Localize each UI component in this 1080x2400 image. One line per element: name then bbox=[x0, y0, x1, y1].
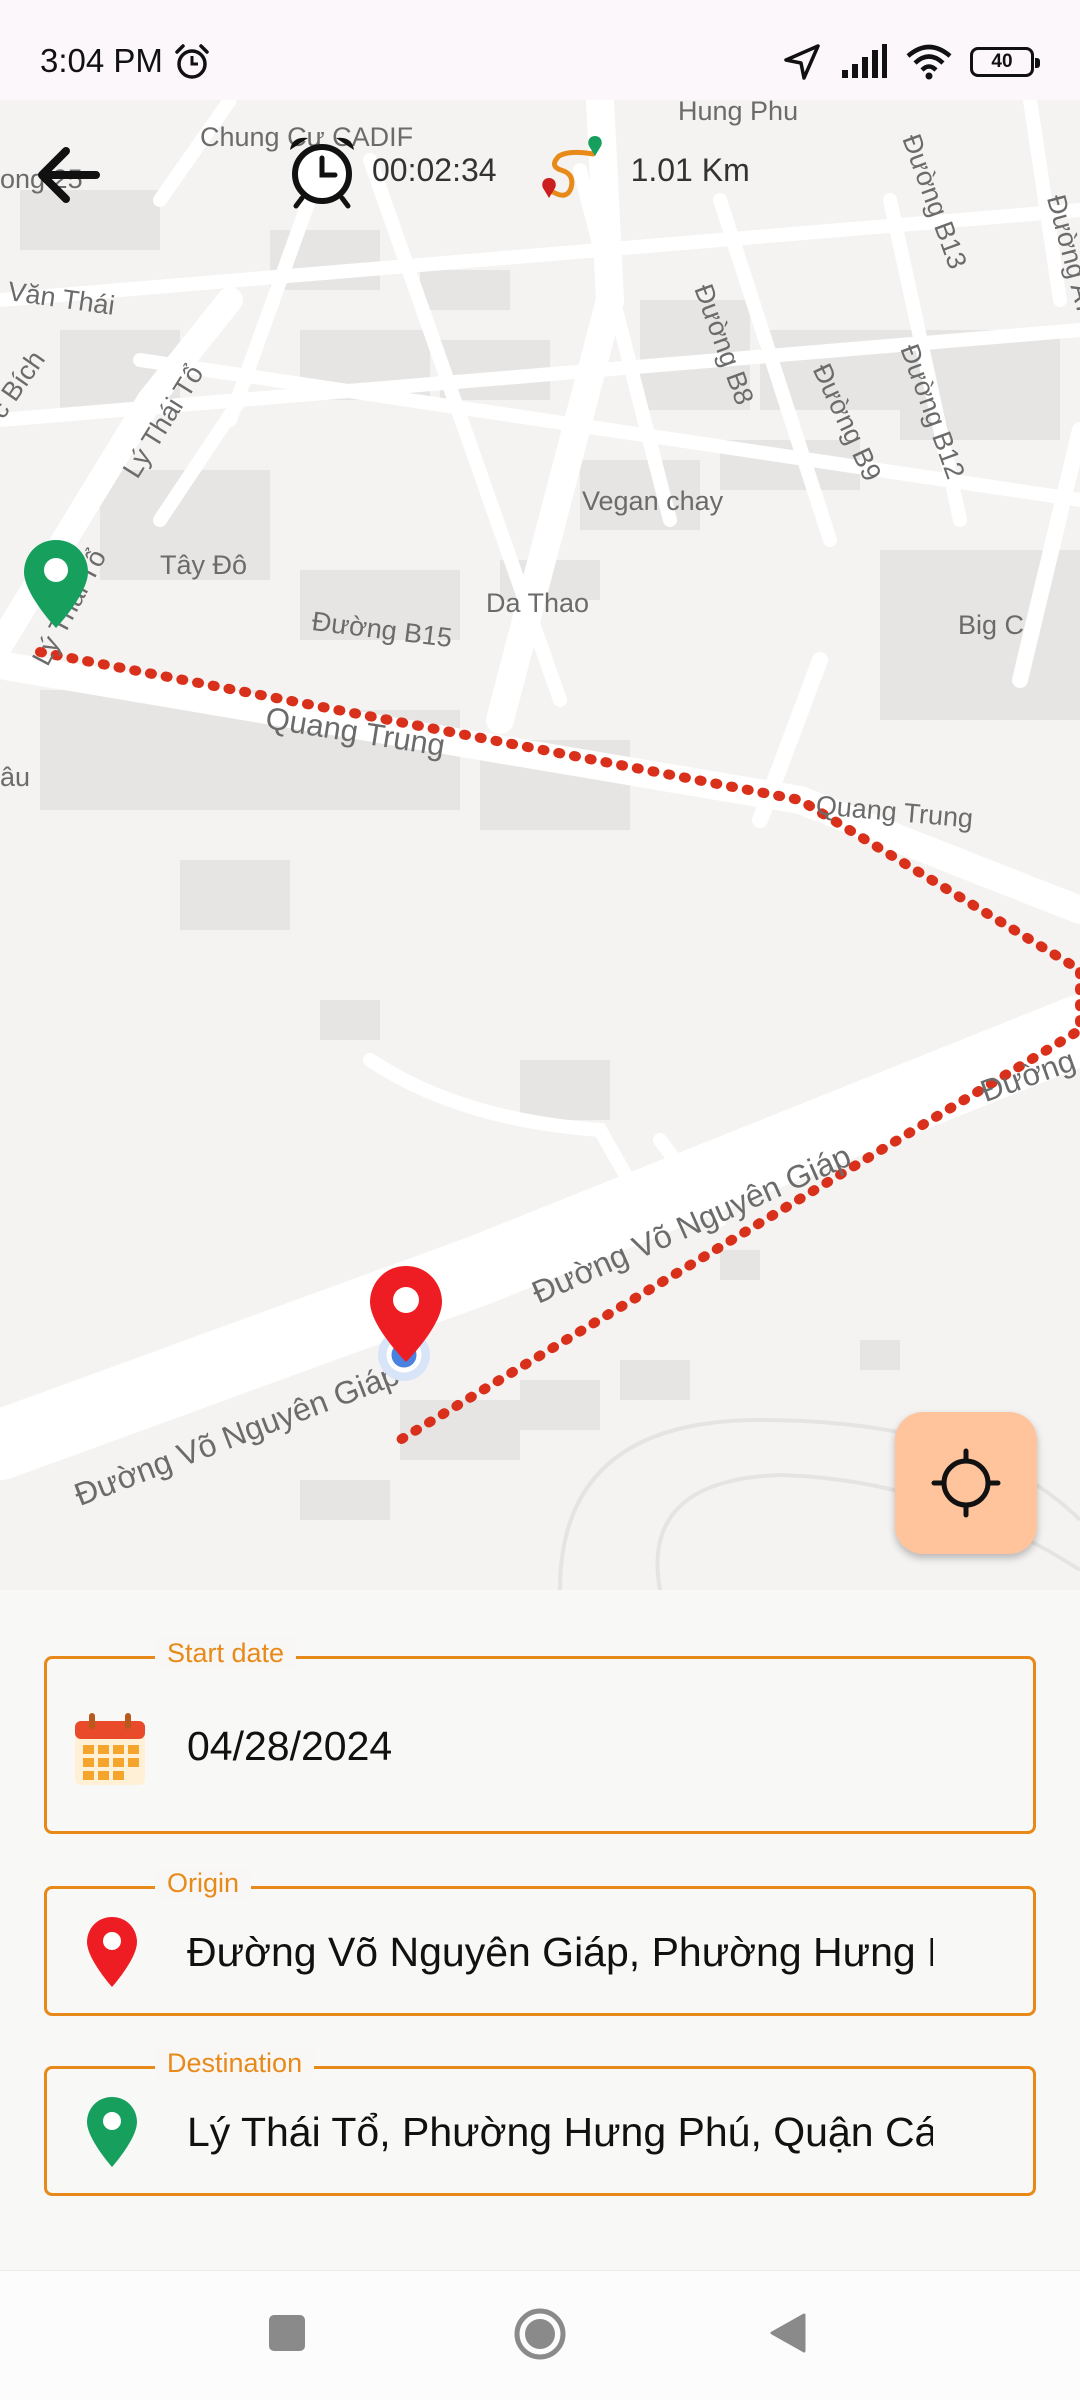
home-icon[interactable] bbox=[513, 2307, 567, 2361]
status-time: 3:04 PM bbox=[40, 42, 163, 79]
battery-indicator: 40 bbox=[970, 47, 1040, 77]
signal-icon bbox=[842, 44, 887, 78]
map-label-hung-phu: Hung Phu bbox=[678, 100, 799, 126]
trip-distance: 1.01 Km bbox=[630, 151, 750, 188]
back-nav-icon[interactable] bbox=[766, 2311, 810, 2355]
destination-field[interactable]: Destination Lý Thái Tổ, Phường Hưng Phú,… bbox=[44, 2048, 1036, 2196]
battery-level: 40 bbox=[991, 51, 1013, 72]
destination-label: Destination bbox=[155, 2048, 315, 2079]
map-label-big-c: Big C bbox=[958, 610, 1025, 640]
crosshair-icon bbox=[931, 1448, 1001, 1518]
trip-duration: 00:02:34 bbox=[372, 151, 497, 188]
map-label-vegan: Vegan chay bbox=[582, 486, 724, 516]
recent-apps-icon[interactable] bbox=[265, 2311, 309, 2355]
system-nav-bar bbox=[0, 2270, 1080, 2400]
trip-info-bar: 00:02:34 1.01 Km bbox=[282, 130, 750, 210]
map-view[interactable]: Chung Cư CADIF Hung Phu Đường B13 Đường … bbox=[0, 100, 1080, 1590]
destination-value: Lý Thái Tổ, Phường Hưng Phú, Quận Cái Ră… bbox=[187, 2109, 933, 2155]
origin-map-pin[interactable] bbox=[366, 1262, 446, 1366]
status-icons: 40 bbox=[782, 42, 1040, 82]
route-icon bbox=[541, 136, 602, 198]
status-bar: 3:04 PM 40 bbox=[0, 0, 1080, 100]
destination-map-pin[interactable] bbox=[20, 536, 92, 632]
trip-form: Start date 04/28/2024 Origin Đường Võ Ng… bbox=[0, 1590, 1080, 2270]
green-pin-icon bbox=[87, 2097, 137, 2167]
locate-button[interactable] bbox=[895, 1412, 1037, 1554]
map-label-da-thao: Da Thao bbox=[486, 588, 590, 618]
app-screen: 3:04 PM 40 Chung Cư CADIF Hung Phu Đường… bbox=[0, 0, 1080, 2400]
location-arrow-icon bbox=[784, 44, 820, 80]
map-label-au: âu bbox=[0, 762, 31, 792]
red-pin-icon bbox=[87, 1917, 137, 1987]
calendar-icon bbox=[75, 1713, 145, 1785]
map-label-tay-do: Tây Đô bbox=[160, 550, 248, 580]
start-date-field[interactable]: Start date 04/28/2024 bbox=[44, 1638, 1036, 1834]
origin-value: Đường Võ Nguyên Giáp, Phường Hưng Phú bbox=[187, 1929, 933, 1975]
start-date-label: Start date bbox=[155, 1638, 297, 1669]
back-arrow-icon[interactable] bbox=[30, 135, 110, 215]
origin-field[interactable]: Origin Đường Võ Nguyên Giáp, Phường Hưng… bbox=[44, 1868, 1036, 2016]
alarm-clock-icon bbox=[290, 137, 354, 209]
start-date-value: 04/28/2024 bbox=[187, 1723, 393, 1769]
map-background bbox=[0, 100, 1080, 1590]
origin-label: Origin bbox=[155, 1868, 252, 1899]
alarm-status-icon bbox=[175, 44, 209, 79]
wifi-icon bbox=[906, 44, 952, 80]
